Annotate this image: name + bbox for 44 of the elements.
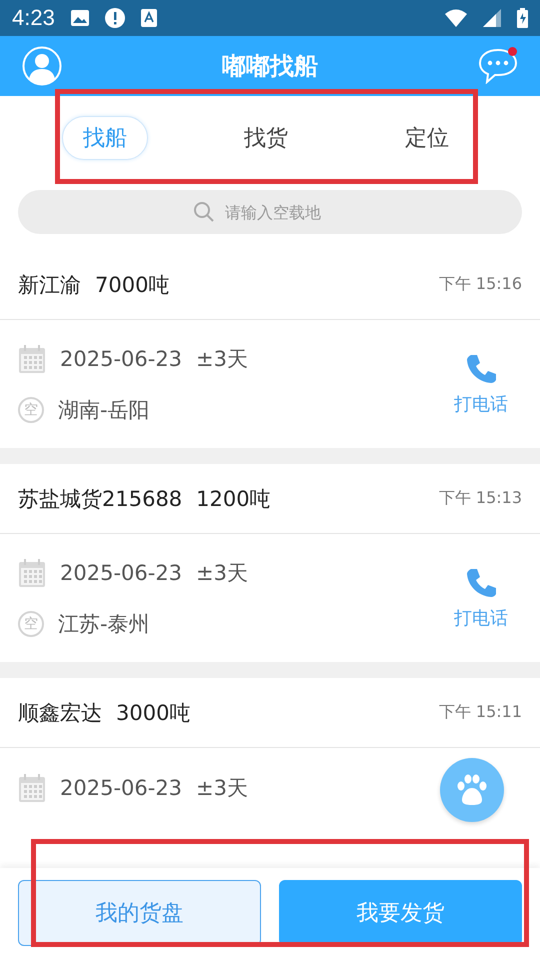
search-input[interactable]: 请输入空载地 bbox=[223, 202, 347, 222]
ship-tonnage: 7000吨 bbox=[95, 272, 170, 298]
ship-name: 苏盐城货215688 bbox=[18, 486, 182, 512]
date: 2025-06-23 bbox=[60, 561, 182, 585]
tab[interactable]: 定位 bbox=[384, 116, 470, 160]
date-range: ±3天 bbox=[196, 560, 248, 587]
paw-icon bbox=[455, 774, 489, 806]
calendar-icon bbox=[18, 558, 46, 588]
paw-button[interactable] bbox=[440, 758, 504, 822]
date: 2025-06-23 bbox=[60, 347, 182, 371]
call-button[interactable]: 打电话 bbox=[448, 351, 514, 417]
wifi-icon bbox=[445, 9, 467, 27]
post-time: 下午 15:11 bbox=[438, 702, 522, 723]
chat-icon[interactable] bbox=[478, 48, 518, 84]
location: 湖南-岳阳 bbox=[58, 397, 150, 424]
image-icon bbox=[70, 10, 89, 26]
app-title: 嘟嘟找船 bbox=[221, 51, 319, 82]
tab[interactable]: 找货 bbox=[223, 116, 309, 160]
tab[interactable]: 找船 bbox=[62, 116, 148, 160]
ship-tonnage: 1200吨 bbox=[196, 486, 271, 512]
empty-badge: 空 bbox=[18, 611, 44, 637]
post-time: 下午 15:16 bbox=[438, 274, 522, 295]
battery-icon bbox=[517, 8, 528, 28]
post-time: 下午 15:13 bbox=[438, 488, 522, 509]
date: 2025-06-23 bbox=[60, 776, 182, 800]
ship-name: 顺鑫宏达 bbox=[18, 700, 102, 726]
search-icon bbox=[193, 201, 215, 223]
calendar-icon bbox=[18, 773, 46, 803]
call-button[interactable]: 打电话 bbox=[448, 565, 514, 631]
phone-icon bbox=[464, 566, 498, 600]
signal-icon bbox=[483, 9, 501, 27]
empty-badge: 空 bbox=[18, 397, 44, 423]
phone-icon bbox=[464, 352, 498, 386]
keyboard-icon bbox=[140, 9, 157, 27]
date-range: ±3天 bbox=[196, 775, 248, 802]
alert-icon bbox=[104, 8, 125, 28]
location: 江苏-泰州 bbox=[58, 611, 150, 638]
action-button[interactable]: 我的货盘 bbox=[18, 880, 261, 946]
ship-tonnage: 3000吨 bbox=[116, 700, 190, 726]
date-range: ±3天 bbox=[196, 346, 248, 373]
status-time: 4:23 bbox=[12, 5, 55, 31]
avatar-icon[interactable] bbox=[22, 46, 62, 86]
calendar-icon bbox=[18, 344, 46, 374]
ship-name: 新江渝 bbox=[18, 272, 81, 298]
